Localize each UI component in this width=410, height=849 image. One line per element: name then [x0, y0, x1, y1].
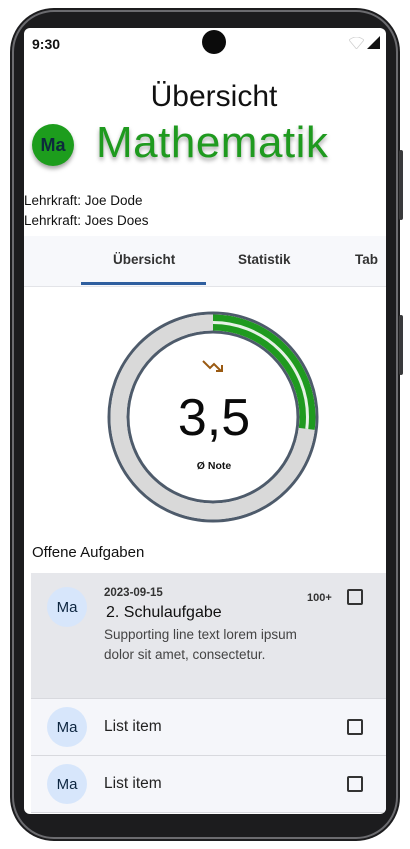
list-item-headline: 2. Schulaufgabe	[106, 604, 222, 621]
list-item-avatar: Ma	[47, 764, 87, 804]
task-checkbox[interactable]	[347, 589, 363, 605]
camera-cutout	[202, 30, 226, 54]
app-screen: 9:30 Übersicht Ma Mathematik Lehrkraft: …	[24, 28, 386, 814]
status-time: 9:30	[32, 36, 61, 52]
wifi-icon	[349, 36, 364, 49]
list-item-trailing-count: 100+	[307, 592, 332, 604]
list-item[interactable]: Ma List item	[31, 756, 386, 813]
list-item-supporting-text: Supporting line text lorem ipsum dolor s…	[104, 627, 297, 662]
teacher-label: Lehrkraft: Joes Does	[24, 213, 149, 228]
tab-statistics[interactable]: Statistik	[238, 252, 291, 267]
tab-tab[interactable]: Tab	[355, 252, 378, 267]
list-item[interactable]: Ma 2023-09-15 2. Schulaufgabe Supporting…	[31, 573, 386, 699]
subject-avatar: Ma	[32, 124, 74, 166]
list-item-avatar: Ma	[47, 587, 87, 627]
tab-overview[interactable]: Übersicht	[113, 252, 175, 267]
grade-label: Ø Note	[196, 460, 232, 472]
subject-title: Mathematik	[96, 118, 329, 167]
task-checkbox[interactable]	[347, 719, 363, 735]
tab-indicator	[81, 282, 206, 285]
open-tasks-heading: Offene Aufgaben	[32, 544, 145, 561]
teacher-label: Lehrkraft: Joe Dode	[24, 193, 143, 208]
system-icons	[349, 36, 380, 49]
trending-down-icon	[202, 360, 223, 372]
list-item-headline: List item	[104, 718, 162, 735]
volume-button	[399, 315, 403, 375]
list-item[interactable]: Ma List item	[31, 699, 386, 756]
grade-value: 3,5	[177, 389, 251, 447]
list-item-headline: List item	[104, 775, 162, 792]
list-item-date: 2023-09-15	[104, 587, 163, 599]
signal-icon	[367, 36, 380, 49]
task-checkbox[interactable]	[347, 776, 363, 792]
power-button	[399, 150, 403, 220]
task-list: Ma 2023-09-15 2. Schulaufgabe Supporting…	[31, 573, 386, 813]
list-item-avatar: Ma	[47, 707, 87, 747]
status-bar: 9:30	[24, 28, 386, 58]
page-title: Übersicht	[150, 80, 278, 113]
tab-bar: Übersicht Statistik Tab	[24, 236, 386, 287]
